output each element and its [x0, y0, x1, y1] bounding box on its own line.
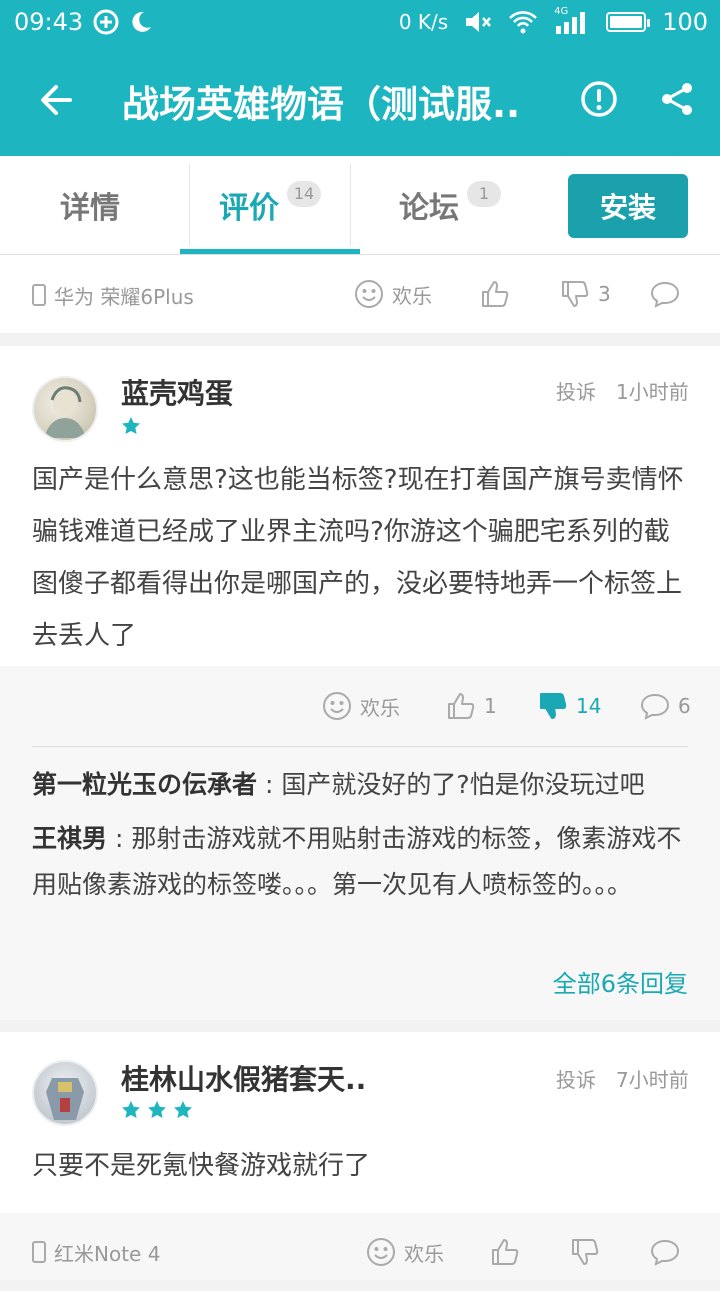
tab-label: 详情: [60, 191, 120, 226]
reply-user[interactable]: 王祺男: [32, 824, 107, 853]
review-time: 1小时前: [616, 380, 689, 404]
thumbs-up-button[interactable]: [480, 255, 510, 333]
battery-icon: [606, 12, 651, 32]
comment-button[interactable]: [650, 1213, 680, 1291]
review-card: 桂林山水假猪套天.. 投诉 7小时前 只要不是死氪快餐游戏就行了 红米Note …: [0, 1032, 720, 1280]
joy-button[interactable]: 欢乐: [366, 1213, 444, 1291]
comment-icon: [640, 693, 670, 720]
thumbs-up-icon: [492, 1239, 519, 1265]
thumbs-down-button[interactable]: 3: [560, 255, 611, 333]
tab-forum[interactable]: 论坛 1: [360, 156, 540, 254]
net-type: 4G: [554, 6, 569, 17]
reply-user[interactable]: 第一粒光玉の伝承者: [32, 770, 257, 799]
thumbs-up-button[interactable]: 1: [446, 666, 497, 746]
arrow-left-icon[interactable]: [36, 80, 76, 120]
joy-label: 欢乐: [404, 1241, 444, 1266]
comment-icon: [650, 1239, 680, 1266]
sync-icon: [93, 9, 119, 35]
network-speed: 0 K/s: [398, 10, 449, 34]
active-tab-indicator: [180, 249, 360, 254]
thumbs-down-button[interactable]: [570, 1213, 600, 1291]
smiley-icon: [367, 1238, 395, 1266]
review-username[interactable]: 桂林山水假猪套天..: [121, 1058, 366, 1098]
thumbs-down-icon: [562, 281, 589, 307]
rating-stars: [121, 416, 141, 436]
install-button[interactable]: 安装: [568, 174, 688, 238]
star-icon: [148, 1101, 166, 1118]
thumbs-down-button[interactable]: 14: [538, 666, 601, 746]
review-content: 国产是什么意思?这也能当标签?现在打着国产旗号卖情怀骗钱难道已经成了业界主流吗?…: [32, 465, 684, 651]
avatar-image: [46, 1078, 84, 1120]
device-name: 红米Note 4: [54, 1241, 161, 1266]
app-bar: 战场英雄物语（测试服..: [0, 44, 720, 156]
avatar[interactable]: [32, 1060, 98, 1126]
device-info: 华为 荣耀6Plus: [32, 255, 194, 335]
all-replies-link[interactable]: 全部6条回复: [553, 964, 688, 999]
status-time: 09:43: [14, 8, 84, 36]
star-icon: [174, 1101, 192, 1118]
tab-label: 论坛: [399, 191, 459, 226]
smiley-icon: [323, 692, 351, 720]
reply-text: : 国产就没好的了?怕是你没玩过吧: [257, 770, 645, 799]
down-count: 14: [576, 694, 602, 718]
thumbs-up-button[interactable]: [490, 1213, 520, 1291]
report-link[interactable]: 投诉: [556, 376, 596, 405]
phone-icon: [32, 284, 46, 306]
comment-button[interactable]: 6: [640, 666, 691, 746]
phone-icon: [32, 1241, 46, 1263]
divider: [32, 746, 688, 747]
review-footer: 欢乐 1 14 6 第一粒光玉の伝承者 : 国产就没好的了?怕是你没玩过吧 王祺…: [0, 666, 720, 1020]
wifi-icon: [509, 11, 538, 34]
review-card: 蓝壳鸡蛋 投诉 1小时前 国产是什么意思?这也能当标签?现在打着国产旗号卖情怀骗…: [0, 346, 720, 1020]
tab-reviews[interactable]: 评价 14: [180, 156, 360, 254]
comment-button[interactable]: [650, 255, 680, 333]
joy-label: 欢乐: [392, 283, 432, 308]
moon-icon: [132, 11, 152, 32]
page-title: 战场英雄物语（测试服..: [122, 83, 521, 126]
reply-item[interactable]: 第一粒光玉の伝承者 : 国产就没好的了?怕是你没玩过吧: [32, 762, 688, 808]
report-link[interactable]: 投诉: [556, 1064, 596, 1093]
smiley-icon: [355, 280, 383, 308]
share-icon[interactable]: [658, 80, 696, 118]
down-count: 3: [598, 282, 611, 306]
review-content: 只要不是死氪快餐游戏就行了: [32, 1151, 371, 1181]
thumbs-up-icon: [482, 281, 509, 307]
review-time: 7小时前: [616, 1068, 689, 1092]
tab-bar: 详情 评价 14 论坛 1 安装: [0, 156, 720, 255]
star-icon: [122, 1101, 140, 1118]
exclamation-circle-icon[interactable]: [580, 80, 618, 118]
review-footer: 红米Note 4 欢乐: [0, 1213, 720, 1280]
device-name: 华为 荣耀6Plus: [54, 284, 194, 309]
tab-label: 评价: [219, 191, 279, 226]
status-bar: 09:43 0 K/s 4G 100: [0, 0, 720, 44]
up-count: 1: [484, 694, 497, 718]
avatar-image: [44, 386, 86, 438]
review-card-partial: 华为 荣耀6Plus 欢乐 3: [0, 255, 720, 333]
thumbs-down-icon: [572, 1239, 599, 1265]
star-icon: [122, 417, 140, 434]
mute-icon: [466, 12, 492, 32]
thumbs-up-icon: [448, 693, 475, 719]
joy-label: 欢乐: [360, 695, 400, 720]
comment-icon: [650, 281, 680, 308]
signal-group: 4G: [554, 6, 590, 34]
thumbs-down-icon: [540, 693, 567, 719]
tab-divider: [350, 164, 351, 246]
review-username[interactable]: 蓝壳鸡蛋: [121, 372, 233, 412]
battery-level: 100: [662, 8, 708, 36]
joy-button[interactable]: 欢乐: [322, 666, 400, 746]
tab-details[interactable]: 详情: [0, 156, 180, 254]
reply-item[interactable]: 王祺男 : 那射击游戏就不用贴射击游戏的标签，像素游戏不用贴像素游戏的标签喽。。…: [32, 816, 688, 908]
reply-text: : 那射击游戏就不用贴射击游戏的标签，像素游戏不用贴像素游戏的标签喽。。。第一次…: [32, 824, 682, 899]
device-info: 红米Note 4: [32, 1213, 160, 1291]
joy-button[interactable]: 欢乐: [354, 255, 432, 333]
tab-badge: 14: [287, 181, 321, 207]
tab-badge: 1: [467, 181, 501, 207]
comment-count: 6: [678, 694, 691, 718]
rating-stars: [121, 1100, 193, 1120]
avatar[interactable]: [32, 376, 98, 442]
